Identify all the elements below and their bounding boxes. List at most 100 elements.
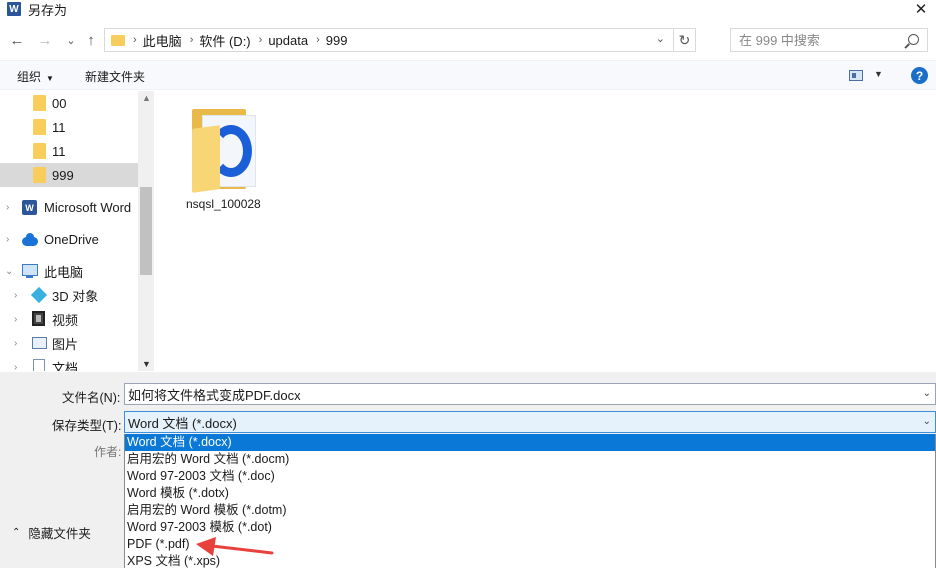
sidebar-item-videos[interactable]: › 视频: [0, 307, 138, 331]
filetype-option-docx[interactable]: Word 文档 (*.docx): [125, 434, 935, 451]
back-arrow-icon[interactable]: ←: [8, 30, 26, 50]
sidebar-item-label: 11: [52, 143, 66, 159]
sidebar-item-label: 此电脑: [44, 264, 84, 280]
breadcrumb-separator[interactable]: ›: [190, 34, 194, 46]
search-input[interactable]: [739, 32, 899, 48]
sidebar-item-this-pc[interactable]: ⌄ 此电脑: [0, 259, 138, 283]
sidebar-item-3d-objects[interactable]: › 3D 对象: [0, 283, 138, 307]
folder-icon: [33, 167, 46, 183]
breadcrumb-separator[interactable]: ›: [259, 34, 263, 46]
sidebar-item-00[interactable]: 00: [0, 91, 138, 115]
sidebar-item-label: 图片: [52, 336, 79, 352]
breadcrumb-drive-d[interactable]: 软件 (D:): [199, 31, 250, 50]
filetype-option-dotx[interactable]: Word 模板 (*.dotx): [125, 485, 935, 502]
close-icon[interactable]: ✕: [910, 0, 932, 18]
sidebar-item-documents[interactable]: › 文档: [0, 355, 138, 371]
filetype-option-doc[interactable]: Word 97-2003 文档 (*.doc): [125, 468, 935, 485]
filetype-dropdown-list: Word 文档 (*.docx) 启用宏的 Word 文档 (*.docm) W…: [124, 434, 936, 568]
scroll-down-icon[interactable]: ▼: [142, 359, 151, 369]
organize-label: 组织: [17, 70, 42, 84]
scroll-up-icon[interactable]: ▲: [142, 93, 151, 103]
sidebar-item-pictures[interactable]: › 图片: [0, 331, 138, 355]
sidebar-item-11[interactable]: 11: [0, 115, 138, 139]
caret-down-icon: ▼: [46, 74, 54, 83]
scrollbar-thumb[interactable]: [140, 187, 152, 275]
onedrive-icon: [22, 233, 38, 246]
sidebar-item-11-second[interactable]: 11: [0, 139, 138, 163]
forward-arrow-icon[interactable]: →: [36, 30, 54, 50]
filetype-option-dotm[interactable]: 启用宏的 Word 模板 (*.dotm): [125, 502, 935, 519]
filetype-select[interactable]: Word 文档 (*.docx) ⌄: [124, 411, 936, 433]
chevron-down-icon[interactable]: ⌄: [5, 266, 13, 277]
chevron-down-icon[interactable]: ⌄: [923, 388, 931, 399]
address-dropdown-icon[interactable]: ⌄: [656, 32, 665, 45]
window-title: 另存为: [28, 2, 68, 18]
breadcrumb-updata[interactable]: updata: [268, 33, 308, 48]
chevron-right-icon[interactable]: ›: [14, 338, 17, 349]
hide-folders-button[interactable]: ⌃ 隐藏文件夹: [12, 523, 91, 542]
sidebar-item-999[interactable]: 999: [0, 163, 138, 187]
sidebar-item-label: 视频: [52, 312, 79, 328]
toolbar: 组织 ▼ 新建文件夹 ▼ ?: [0, 60, 936, 90]
filetype-option-dot[interactable]: Word 97-2003 模板 (*.dot): [125, 519, 935, 536]
filetype-option-pdf[interactable]: PDF (*.pdf): [125, 536, 935, 553]
word-app-icon: W: [7, 2, 21, 16]
breadcrumb-separator[interactable]: ›: [133, 34, 137, 46]
folder-icon: [33, 119, 46, 135]
sidebar-item-label: 00: [52, 95, 67, 111]
filetype-label: 保存类型(T):: [52, 419, 122, 433]
chevron-up-icon: ⌃: [12, 527, 21, 538]
sidebar-item-label: OneDrive: [44, 231, 99, 247]
address-bar[interactable]: › 此电脑 › 软件 (D:) › updata › 999 ⌄ ↻: [104, 28, 696, 52]
folder-nsqsl-icon[interactable]: [192, 109, 256, 193]
refresh-icon[interactable]: ↻: [673, 29, 695, 51]
filetype-option-docm[interactable]: 启用宏的 Word 文档 (*.docm): [125, 451, 935, 468]
chevron-right-icon[interactable]: ›: [6, 234, 9, 245]
view-options-icon[interactable]: [849, 70, 863, 81]
folder-icon: [111, 34, 125, 46]
breadcrumb-separator[interactable]: ›: [316, 34, 320, 46]
folder-icon: [33, 143, 46, 159]
filename-label: 文件名(N):: [62, 391, 121, 405]
filename-field[interactable]: ⌄: [124, 383, 936, 405]
hide-folders-label: 隐藏文件夹: [28, 527, 91, 541]
sidebar-item-label: 文档: [52, 360, 79, 372]
3d-objects-icon: [30, 286, 48, 304]
address-row: ← → ⌄ ↑ › 此电脑 › 软件 (D:) › updata › 999 ⌄…: [0, 26, 936, 54]
breadcrumb-this-pc[interactable]: 此电脑: [143, 31, 182, 50]
new-folder-button[interactable]: 新建文件夹: [85, 68, 145, 85]
folder-icon: [33, 95, 46, 111]
word-icon: W: [22, 200, 37, 215]
documents-icon: [33, 359, 45, 371]
filename-input[interactable]: [128, 386, 908, 402]
chevron-right-icon[interactable]: ›: [14, 314, 17, 325]
file-list-pane: nsqsl_100028: [156, 91, 936, 371]
sidebar-item-label: 11: [52, 119, 66, 135]
pictures-icon: [32, 337, 47, 349]
up-arrow-icon[interactable]: ↑: [82, 30, 100, 50]
filetype-selected-value: Word 文档 (*.docx): [128, 415, 237, 431]
chevron-right-icon[interactable]: ›: [6, 202, 9, 213]
navigation-scrollbar[interactable]: ▲ ▼: [138, 91, 154, 371]
sidebar-item-onedrive[interactable]: › OneDrive: [0, 227, 138, 251]
search-box[interactable]: [730, 28, 928, 52]
chevron-right-icon[interactable]: ›: [14, 362, 17, 372]
computer-icon: [22, 264, 38, 278]
title-bar: W 另存为 ✕: [0, 0, 936, 18]
sidebar-item-label: 3D 对象: [52, 288, 99, 304]
breadcrumb-999[interactable]: 999: [326, 33, 348, 48]
sidebar-item-label: Microsoft Word: [44, 199, 132, 215]
recent-locations-chevron-icon[interactable]: ⌄: [62, 30, 80, 50]
sidebar-item-microsoft-word[interactable]: › W Microsoft Word: [0, 195, 138, 219]
navigation-pane: 00 11 11 999 › W Microsoft Word › OneDri…: [0, 91, 154, 371]
search-icon[interactable]: [908, 34, 919, 45]
author-label: 作者:: [94, 445, 122, 459]
help-icon[interactable]: ?: [911, 67, 928, 84]
view-caret-icon[interactable]: ▼: [874, 69, 883, 79]
organize-button[interactable]: 组织 ▼: [17, 68, 54, 85]
filetype-option-xps[interactable]: XPS 文档 (*.xps): [125, 553, 935, 568]
video-icon: [32, 311, 45, 326]
chevron-right-icon[interactable]: ›: [14, 290, 17, 301]
folder-name-label[interactable]: nsqsl_100028: [186, 197, 261, 211]
chevron-down-icon[interactable]: ⌄: [923, 416, 931, 427]
